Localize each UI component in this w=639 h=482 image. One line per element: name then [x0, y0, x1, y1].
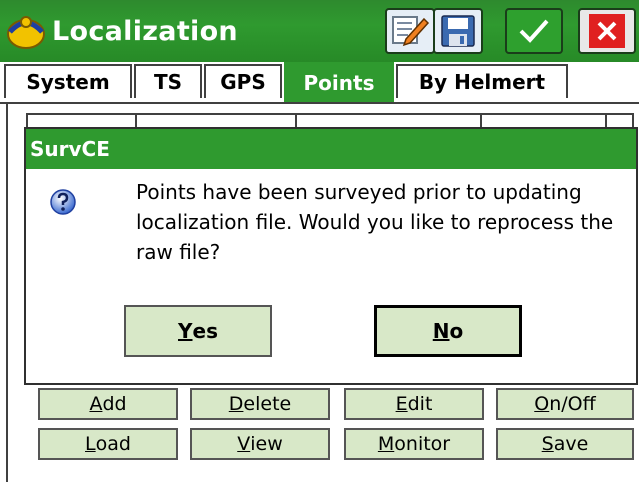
close-button[interactable]: [578, 8, 636, 54]
yes-button[interactable]: Yes: [124, 305, 272, 357]
table-column-divider: [605, 113, 607, 127]
save-button[interactable]: [433, 8, 483, 54]
confirm-dialog: SurvCE Points have been surveyed prior t…: [24, 127, 638, 385]
table-column-divider: [295, 113, 297, 127]
save-points-button[interactable]: Save: [496, 428, 634, 460]
tab-by-helmert[interactable]: By Helmert: [396, 64, 568, 98]
tab-gps[interactable]: GPS: [204, 64, 282, 98]
table-column-divider: [135, 113, 137, 127]
edit-point-button[interactable]: Edit: [344, 388, 484, 420]
title-bar: Localization: [0, 0, 639, 62]
tab-points[interactable]: Points: [284, 62, 394, 102]
window-title: Localization: [52, 16, 238, 47]
save-icon: [441, 15, 475, 47]
ok-button[interactable]: [505, 8, 563, 54]
on-off-button[interactable]: On/Off: [496, 388, 634, 420]
tab-system[interactable]: System: [4, 64, 132, 98]
content-border: [6, 102, 8, 482]
no-button[interactable]: No: [374, 305, 522, 357]
table-column-divider: [480, 113, 482, 127]
edit-button[interactable]: [385, 8, 435, 54]
load-button[interactable]: Load: [38, 428, 178, 460]
delete-button[interactable]: Delete: [190, 388, 330, 420]
monitor-button[interactable]: Monitor: [344, 428, 484, 460]
checkmark-icon: [519, 19, 549, 43]
dialog-message: Points have been surveyed prior to updat…: [136, 180, 614, 264]
close-icon: [589, 14, 625, 48]
view-button[interactable]: View: [190, 428, 330, 460]
add-button[interactable]: Add: [38, 388, 178, 420]
edit-icon: [392, 16, 430, 47]
dialog-title: SurvCE: [26, 129, 636, 169]
tab-ts[interactable]: TS: [134, 64, 202, 98]
app-logo-icon: [7, 16, 45, 49]
tab-bar: System TS GPS Points By Helmert: [0, 62, 639, 104]
points-table: [26, 113, 634, 127]
question-icon: [50, 189, 76, 215]
